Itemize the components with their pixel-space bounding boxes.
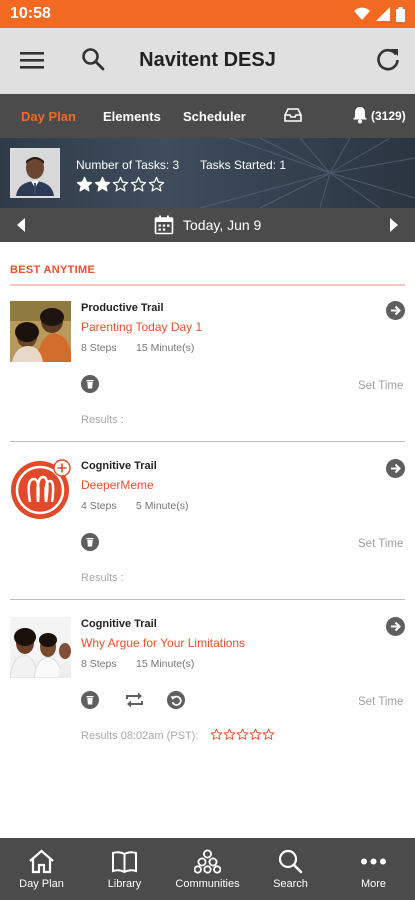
task-steps: 8 Steps	[81, 658, 117, 670]
tasks-started: Tasks Started: 1	[200, 158, 287, 172]
task-name[interactable]: Why Argue for Your Limitations	[81, 636, 245, 650]
open-task-icon[interactable]	[386, 459, 405, 478]
task-results: Results :	[81, 572, 124, 584]
more-dots-icon	[361, 858, 386, 865]
task-summary-banner: Number of Tasks: 3 Tasks Started: 1	[0, 138, 415, 208]
task-divider	[10, 441, 405, 442]
app-title: Navitent DESJ	[139, 49, 276, 71]
undo-icon[interactable]	[167, 691, 185, 709]
inbox-icon[interactable]	[284, 107, 302, 123]
deepermeme-logo	[11, 459, 71, 519]
tab-day-plan[interactable]: Day Plan	[21, 109, 76, 124]
user-rating	[76, 176, 165, 193]
task-card: Productive Trail Parenting Today Day 1 8…	[10, 301, 405, 449]
star-empty-icon	[210, 728, 223, 740]
nav-day-plan[interactable]: Day Plan	[0, 838, 83, 900]
nav-label: Search	[273, 878, 308, 890]
result-rating[interactable]	[210, 728, 275, 741]
nav-label: Day Plan	[19, 878, 64, 890]
bell-icon[interactable]	[352, 106, 368, 124]
task-thumbnail[interactable]	[10, 301, 71, 362]
task-trail: Cognitive Trail	[81, 618, 157, 630]
task-divider	[10, 599, 405, 600]
task-thumbnail[interactable]	[10, 459, 71, 520]
current-date[interactable]: Today, Jun 9	[183, 217, 261, 233]
delete-icon[interactable]	[81, 691, 99, 709]
calendar-icon[interactable]	[154, 215, 174, 235]
set-time-button[interactable]: Set Time	[358, 380, 403, 392]
home-icon	[29, 849, 54, 874]
nav-label: Communities	[175, 878, 240, 890]
star-empty-icon	[148, 176, 165, 192]
star-filled-icon	[76, 176, 93, 192]
star-empty-icon	[249, 728, 262, 740]
delete-icon[interactable]	[81, 375, 99, 393]
status-icons	[354, 6, 405, 22]
signal-icon	[376, 7, 390, 21]
nav-label: More	[360, 878, 387, 890]
star-empty-icon	[130, 176, 147, 192]
tab-bar: Day Plan Elements Scheduler (3129)	[0, 94, 415, 138]
task-name[interactable]: DeeperMeme	[81, 478, 154, 492]
date-bar: Today, Jun 9	[0, 208, 415, 242]
set-time-button[interactable]: Set Time	[358, 538, 403, 550]
star-empty-icon	[236, 728, 249, 740]
task-duration: 5 Minute(s)	[136, 500, 189, 512]
status-time: 10:58	[10, 5, 51, 22]
user-photo	[12, 150, 58, 196]
task-duration: 15 Minute(s)	[136, 658, 195, 670]
task-name[interactable]: Parenting Today Day 1	[81, 320, 202, 334]
star-empty-icon	[223, 728, 236, 740]
star-empty-icon	[112, 176, 129, 192]
tasks-count: Number of Tasks: 3	[76, 158, 180, 172]
nav-library[interactable]: Library	[83, 838, 166, 900]
task-trail: Cognitive Trail	[81, 460, 157, 472]
notification-count[interactable]: (3129)	[371, 109, 406, 123]
set-time-button[interactable]: Set Time	[358, 696, 403, 708]
nav-communities[interactable]: Communities	[166, 838, 249, 900]
banner-background	[199, 138, 415, 208]
repeat-icon[interactable]	[124, 691, 145, 709]
bottom-navigation: Day Plan Library Communities Search More	[0, 838, 415, 900]
task-steps: 8 Steps	[81, 342, 117, 354]
task-results: Results :	[81, 414, 124, 426]
star-empty-icon	[262, 728, 275, 740]
section-title: BEST ANYTIME	[10, 264, 96, 276]
wifi-icon	[354, 7, 370, 20]
nav-search[interactable]: Search	[249, 838, 332, 900]
argue-photo	[10, 617, 71, 678]
previous-day-icon[interactable]	[16, 218, 26, 232]
task-steps: 4 Steps	[81, 500, 117, 512]
task-thumbnail[interactable]	[10, 617, 71, 678]
task-card: Cognitive Trail Why Argue for Your Limit…	[10, 617, 405, 765]
communities-icon	[194, 849, 221, 874]
nav-label: Library	[107, 878, 142, 890]
battery-icon	[396, 6, 405, 22]
app-bar: Navitent DESJ	[0, 28, 415, 94]
book-icon	[112, 851, 137, 874]
status-bar: 10:58	[0, 0, 415, 28]
task-duration: 15 Minute(s)	[136, 342, 195, 354]
next-day-icon[interactable]	[389, 218, 399, 232]
task-card: Cognitive Trail DeeperMeme 4 Steps 5 Min…	[10, 459, 405, 607]
section-divider	[10, 284, 405, 286]
user-avatar[interactable]	[10, 148, 60, 198]
tab-scheduler[interactable]: Scheduler	[183, 109, 246, 124]
open-task-icon[interactable]	[386, 301, 405, 320]
delete-icon[interactable]	[81, 533, 99, 551]
parenting-photo	[10, 301, 71, 362]
star-filled-icon	[94, 176, 111, 192]
task-results: Results 08:02am (PST):	[81, 730, 199, 742]
search-icon	[278, 849, 303, 874]
tab-elements[interactable]: Elements	[103, 109, 161, 124]
nav-more[interactable]: More	[332, 838, 415, 900]
open-task-icon[interactable]	[386, 617, 405, 636]
task-trail: Productive Trail	[81, 302, 164, 314]
refresh-icon[interactable]	[374, 46, 402, 74]
